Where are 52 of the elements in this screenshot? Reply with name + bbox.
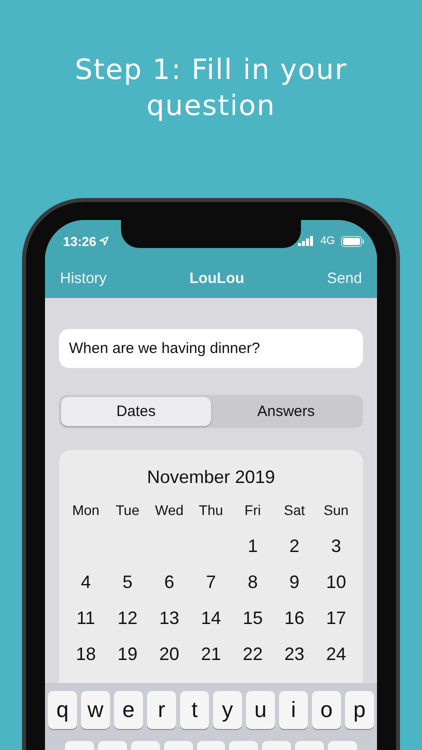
calendar-day[interactable]: 5 [106, 564, 148, 600]
month-title: November 2019 [146, 466, 276, 489]
status-time: 13:26 [63, 234, 96, 248]
keyboard-key[interactable]: p [345, 691, 374, 729]
keyboard-key[interactable]: q [48, 691, 77, 729]
keyboard-key[interactable]: i [279, 691, 308, 729]
calendar-day[interactable]: 8 [232, 564, 274, 600]
calendar-day[interactable]: 3 [315, 528, 357, 564]
calendar-day[interactable]: 14 [190, 600, 232, 636]
calendar-day[interactable]: 7 [190, 564, 232, 600]
weekday-label: Sat [282, 501, 306, 520]
weekday-label: Thu [198, 501, 224, 520]
calendar-day[interactable]: 20 [148, 636, 190, 672]
calendar-day[interactable]: 4 [65, 564, 107, 600]
signal-icon [298, 236, 314, 246]
location-icon [99, 236, 110, 246]
keyboard-key[interactable]: o [312, 691, 341, 729]
keyboard-key[interactable]: t [180, 691, 209, 729]
segment-tab[interactable]: Answers [211, 397, 361, 426]
keyboard-key[interactable]: r [147, 691, 176, 729]
weekday-label: Tue [114, 501, 140, 520]
calendar-day[interactable]: 17 [315, 600, 357, 636]
calendar-day[interactable]: 15 [232, 600, 274, 636]
app-title: LouLou [189, 270, 244, 286]
calendar-day[interactable]: 11 [65, 600, 107, 636]
battery-icon [341, 236, 365, 246]
calendar-day[interactable]: 16 [274, 600, 316, 636]
calendar-day[interactable]: 22 [232, 636, 274, 672]
calendar-day[interactable]: 9 [274, 564, 316, 600]
calendar-day[interactable]: 1 [232, 528, 274, 564]
segment-tab[interactable]: Dates [61, 397, 211, 426]
weekday-label: Sun [322, 501, 350, 520]
question-field[interactable]: When are we having dinner? [59, 329, 363, 368]
weekday-label: Wed [154, 501, 185, 520]
calendar-day[interactable]: 12 [106, 600, 148, 636]
calendar-day[interactable]: 19 [106, 636, 148, 672]
keyboard-key[interactable]: w [81, 691, 110, 729]
headline: Step 1: Fill in your question [74, 52, 348, 124]
calendar-day[interactable]: 23 [274, 636, 316, 672]
calendar-day[interactable]: 18 [65, 636, 107, 672]
network-label: 4G [320, 235, 335, 247]
calendar-day[interactable]: 13 [148, 600, 190, 636]
calendar-day[interactable]: 6 [148, 564, 190, 600]
keyboard-key[interactable]: y [213, 691, 242, 729]
weekday-label: Fri [244, 501, 262, 520]
calendar-day[interactable]: 10 [315, 564, 357, 600]
keyboard-key[interactable]: e [114, 691, 143, 729]
calendar-day[interactable]: 2 [274, 528, 316, 564]
keyboard-key[interactable]: u [246, 691, 275, 729]
calendar-day[interactable]: 24 [315, 636, 357, 672]
weekday-label: Mon [71, 501, 100, 520]
calendar-day[interactable]: 21 [190, 636, 232, 672]
